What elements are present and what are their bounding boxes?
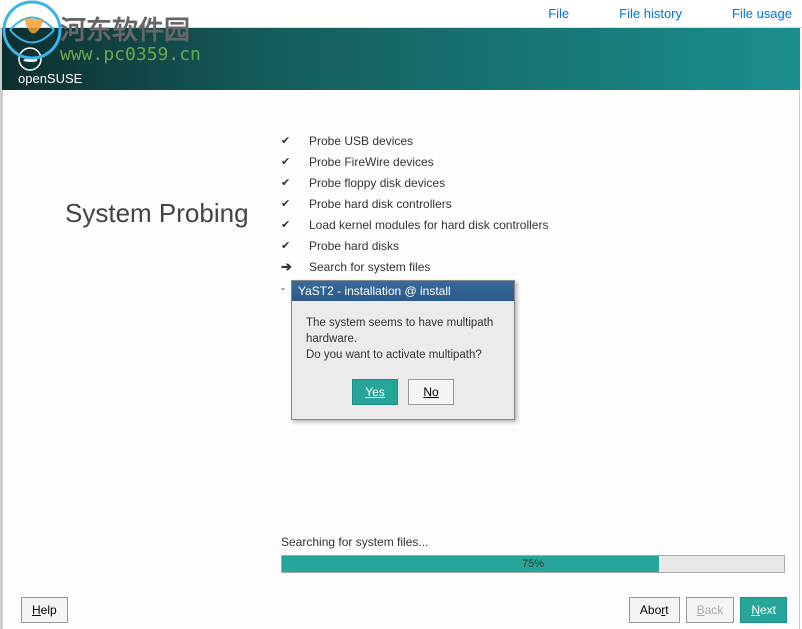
check-icon: ✔ xyxy=(281,176,309,189)
multipath-dialog: YaST2 - installation @ install The syste… xyxy=(291,280,515,420)
check-icon: ✔ xyxy=(281,155,309,168)
probe-item: ➔ Search for system files xyxy=(281,256,548,277)
abort-button[interactable]: Abort xyxy=(629,597,680,623)
dialog-line1: The system seems to have multipath hardw… xyxy=(306,315,500,347)
probe-item: ✔ Probe hard disk controllers xyxy=(281,193,548,214)
arrow-right-icon: ➔ xyxy=(281,259,309,275)
header-band: openSUSE xyxy=(2,28,800,90)
probe-item: ✔ Probe hard disks xyxy=(281,235,548,256)
probe-label: Probe FireWire devices xyxy=(309,155,434,169)
page-title: System Probing xyxy=(65,198,249,229)
help-button[interactable]: Help xyxy=(21,597,68,623)
footer: Help Abort Back Next xyxy=(2,591,800,629)
yes-button[interactable]: Yes xyxy=(352,379,398,405)
check-icon: ✔ xyxy=(281,134,309,147)
no-button[interactable]: No xyxy=(408,379,454,405)
progress-bar: 75% xyxy=(281,555,785,573)
probe-item: ✔ Probe floppy disk devices xyxy=(281,172,548,193)
nav-file-usage[interactable]: File usage xyxy=(732,6,792,21)
nav-file[interactable]: File xyxy=(548,6,569,21)
probe-label: Search for system files xyxy=(309,260,430,274)
probe-item: ✔ Probe USB devices xyxy=(281,130,548,151)
check-icon: ✔ xyxy=(281,239,309,252)
dialog-line2: Do you want to activate multipath? xyxy=(306,347,500,363)
probe-label: Probe hard disk controllers xyxy=(309,197,452,211)
progress-text: 75% xyxy=(282,556,784,572)
probe-label: Probe hard disks xyxy=(309,239,399,253)
opensuse-logo: openSUSE xyxy=(18,47,82,86)
nav-file-history[interactable]: File history xyxy=(619,6,682,21)
probe-item: ✔ Load kernel modules for hard disk cont… xyxy=(281,214,548,235)
content-area: System Probing ✔ Probe USB devices ✔ Pro… xyxy=(2,90,800,591)
progress-label: Searching for system files... xyxy=(281,535,785,549)
check-icon: ✔ xyxy=(281,218,309,231)
next-button[interactable]: Next xyxy=(740,597,787,623)
probe-label: Probe USB devices xyxy=(309,134,413,148)
gecko-icon xyxy=(18,47,42,71)
back-button: Back xyxy=(686,597,735,623)
brand-text: openSUSE xyxy=(18,71,82,86)
dialog-body: The system seems to have multipath hardw… xyxy=(292,301,514,373)
progress-area: Searching for system files... 75% xyxy=(281,535,785,573)
check-icon: ✔ xyxy=(281,197,309,210)
probe-label: Load kernel modules for hard disk contro… xyxy=(309,218,548,232)
probe-label: Probe floppy disk devices xyxy=(309,176,445,190)
dialog-title: YaST2 - installation @ install xyxy=(292,281,514,301)
top-nav: File File history File usage xyxy=(0,0,802,28)
probe-item: ✔ Probe FireWire devices xyxy=(281,151,548,172)
probe-list: ✔ Probe USB devices ✔ Probe FireWire dev… xyxy=(281,130,548,298)
